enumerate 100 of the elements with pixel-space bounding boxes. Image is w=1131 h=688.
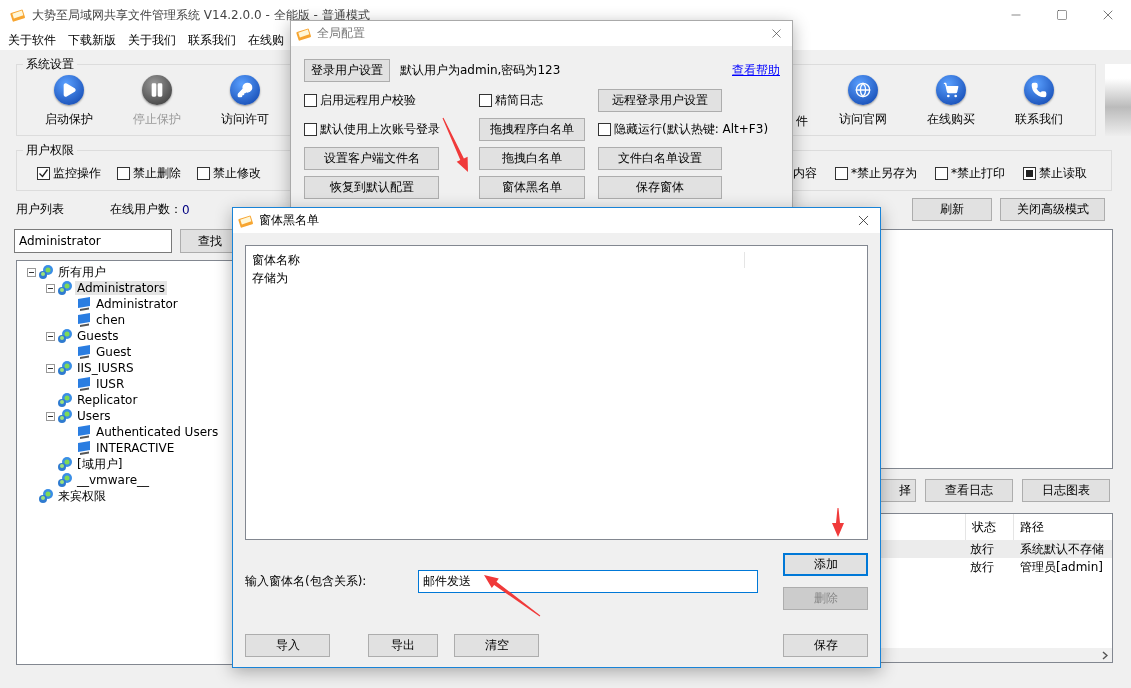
checkbox[interactable] <box>117 167 130 180</box>
play-icon <box>54 75 84 105</box>
tree-item[interactable]: Users <box>75 409 113 423</box>
tree-item[interactable]: Guest <box>94 345 134 359</box>
menu-item[interactable]: 下载新版 <box>68 31 116 49</box>
action-button[interactable]: 择 <box>880 479 916 502</box>
config-button[interactable]: 窗体黑名单 <box>479 176 585 199</box>
action-button[interactable]: 查看日志 <box>925 479 1013 502</box>
action-button[interactable]: 日志图表 <box>1022 479 1110 502</box>
checkbox[interactable] <box>598 123 611 136</box>
config-button[interactable]: 设置客户端文件名 <box>304 147 439 170</box>
tree-item[interactable]: 所有用户 <box>56 263 108 281</box>
collapse-icon[interactable] <box>46 411 55 421</box>
table-cell-text: 管理员[admin] <box>1019 558 1104 576</box>
tree-item[interactable]: Guests <box>75 329 121 343</box>
config-button[interactable]: 拖拽程序白名单 <box>479 118 585 141</box>
annotation-arrow <box>832 508 844 537</box>
default-user-info: 默认用户为admin,密码为123 <box>400 62 561 79</box>
tree-item[interactable]: INTERACTIVE <box>94 441 177 455</box>
close-icon[interactable] <box>769 26 784 41</box>
save-button[interactable]: 保存 <box>783 634 868 657</box>
computer-icon <box>76 424 92 440</box>
collapse-icon[interactable] <box>46 331 55 341</box>
toolbar-button[interactable]: 启动保护 <box>45 111 93 128</box>
checkbox-label: 禁止读取 <box>1039 165 1087 182</box>
checkbox[interactable] <box>935 167 948 180</box>
app-icon <box>296 26 312 41</box>
tree-item[interactable]: Replicator <box>75 393 140 407</box>
menu-item[interactable]: 关于我们 <box>128 31 176 49</box>
config-button[interactable]: 拖拽白名单 <box>479 147 585 170</box>
tree-item[interactable]: IIS_IUSRS <box>75 361 136 375</box>
landscape-picture <box>1105 64 1131 136</box>
login-settings-button[interactable]: 登录用户设置 <box>304 59 390 82</box>
online-users-count: 0 <box>182 202 190 217</box>
dialog-button[interactable]: 导入 <box>245 634 330 657</box>
checkbox[interactable] <box>37 167 50 180</box>
tree-item[interactable]: 来宾权限 <box>56 487 108 505</box>
menu-item[interactable]: 关于软件 <box>8 31 56 49</box>
toolbar-button[interactable]: 访问许可 <box>221 111 269 128</box>
dialog-button[interactable]: 导出 <box>368 634 438 657</box>
computer-icon <box>76 296 92 312</box>
dialog-button[interactable]: 添加 <box>783 553 868 576</box>
config-button[interactable]: 保存窗体 <box>598 176 722 199</box>
menu-item[interactable]: 在线购 <box>248 31 284 49</box>
checkbox-label: 禁止删除 <box>133 165 181 182</box>
help-link[interactable]: 查看帮助 <box>732 62 780 79</box>
input-label: 输入窗体名(包含关系): <box>245 573 368 590</box>
checkbox[interactable] <box>197 167 210 180</box>
globe-icon <box>848 75 878 105</box>
checkbox[interactable] <box>1023 167 1036 180</box>
checkbox-label: *禁止另存为 <box>851 165 917 182</box>
toolbar-button[interactable]: 在线购买 <box>927 111 975 128</box>
user-group-icon <box>57 328 73 344</box>
user-group-icon <box>57 456 73 472</box>
toolbar-button[interactable]: 联系我们 <box>1015 111 1063 128</box>
app-icon <box>238 213 254 228</box>
column-header[interactable]: 窗体名称 <box>252 252 745 268</box>
config-button[interactable]: 文件白名单设置 <box>598 147 722 170</box>
user-group-icon <box>38 488 54 504</box>
config-button[interactable]: 远程登录用户设置 <box>598 89 722 112</box>
dialog-button[interactable]: 清空 <box>454 634 539 657</box>
collapse-icon[interactable] <box>46 283 55 293</box>
pause-icon <box>142 75 172 105</box>
checkbox-label: 默认使用上次账号登录 <box>320 121 440 138</box>
tree-item[interactable]: Authenticated Users <box>94 425 221 439</box>
tree-item[interactable]: chen <box>94 313 128 327</box>
annotation-arrow <box>484 575 541 617</box>
window-name-field[interactable]: 邮件发送 <box>418 570 758 593</box>
collapse-icon[interactable] <box>46 363 55 373</box>
computer-icon <box>76 312 92 328</box>
list-item[interactable]: 存储为 <box>252 269 288 287</box>
cart-icon <box>936 75 966 105</box>
tree-item[interactable]: [域用户] <box>75 455 125 473</box>
action-button[interactable]: 关闭高级模式 <box>1000 198 1105 221</box>
user-group-icon <box>38 264 54 280</box>
toolbar-button[interactable]: 访问官网 <box>839 111 887 128</box>
table-row[interactable]: 放行 系统默认不存储 <box>881 540 1112 558</box>
user-group-icon <box>57 392 73 408</box>
collapse-icon[interactable] <box>27 267 36 277</box>
maximize-icon[interactable] <box>1056 9 1068 21</box>
config-button[interactable]: 恢复到默认配置 <box>304 176 439 199</box>
tree-item[interactable]: IUSR <box>94 377 127 391</box>
user-group-icon <box>57 360 73 376</box>
checkbox[interactable] <box>304 123 317 136</box>
checkbox[interactable] <box>835 167 848 180</box>
scroll-right-icon[interactable] <box>1102 650 1108 660</box>
tree-item[interactable]: Administrator <box>94 297 180 311</box>
table-cell-text: 放行 <box>969 540 995 558</box>
menu-item[interactable]: 联系我们 <box>188 31 236 49</box>
computer-icon <box>76 376 92 392</box>
dialog-title: 窗体黑名单 <box>259 212 319 229</box>
tree-item[interactable]: __vmware__ <box>75 473 151 487</box>
checkbox[interactable] <box>479 94 492 107</box>
tree-item[interactable]: Administrators <box>75 281 168 295</box>
checkbox[interactable] <box>304 94 317 107</box>
key-icon <box>230 75 260 105</box>
window-title: 大势至局域网共享文件管理系统 V14.2.0.0 - 全能版 - 普通模式 <box>32 6 370 24</box>
scrollbar[interactable] <box>881 648 1112 662</box>
search-field[interactable]: Administrator <box>14 229 172 253</box>
action-button[interactable]: 刷新 <box>912 198 992 221</box>
